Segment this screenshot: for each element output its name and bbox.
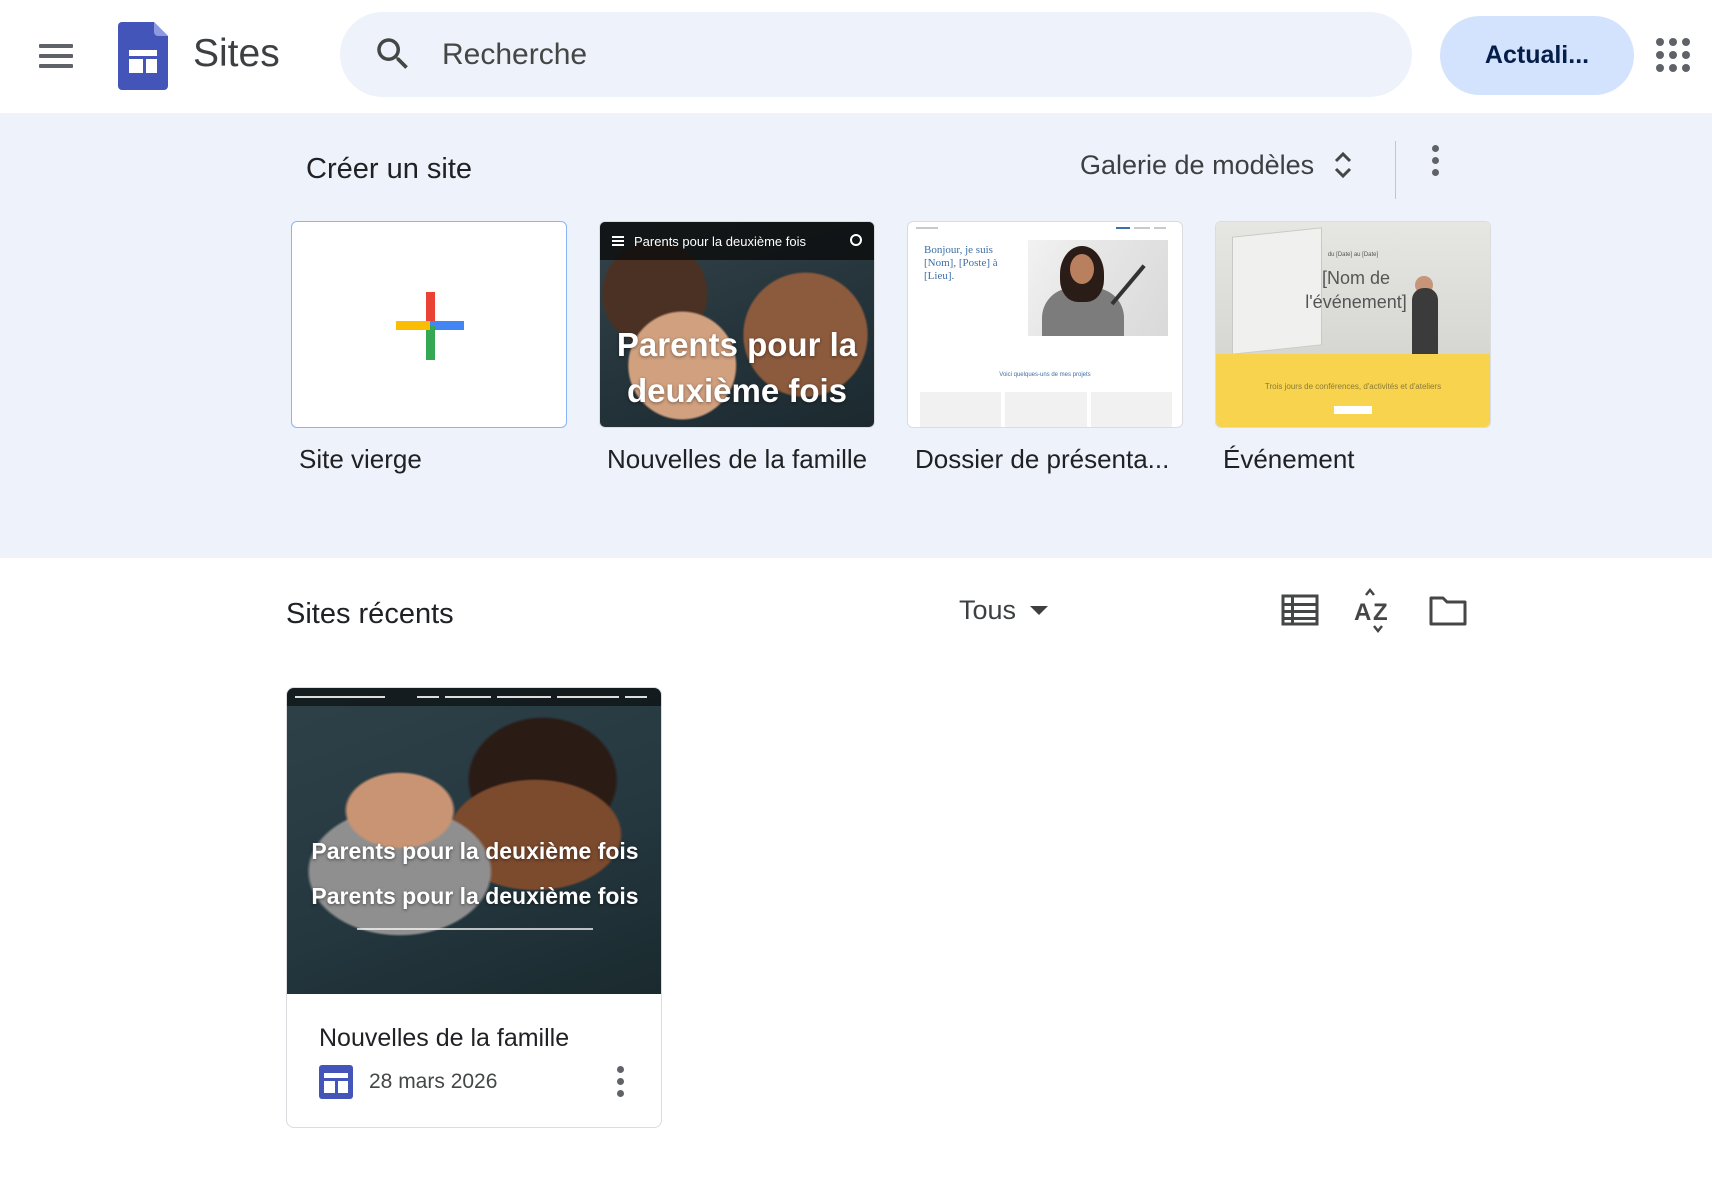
apps-grid-icon-dot	[1669, 51, 1677, 59]
more-vert-icon-dot	[1431, 168, 1439, 176]
search-icon	[850, 234, 862, 246]
apps-grid-icon-dot	[1682, 51, 1690, 59]
template-thumbnail[interactable]: du [Date] au [Date] [Nom de l'événement]…	[1215, 221, 1491, 428]
menu-icon-bar	[39, 44, 73, 48]
svg-text:Z: Z	[1373, 599, 1388, 626]
thumbnail-hero-title: Parents pour la deuxième fois	[616, 326, 858, 409]
site-meta: 28 mars 2026	[319, 1064, 497, 1100]
apps-grid-icon-dot	[1656, 38, 1664, 46]
thumbnail-navbar	[908, 222, 1182, 236]
more-vert-icon-dot	[1431, 156, 1439, 164]
portfolio-photo	[1028, 240, 1168, 336]
template-thumbnail[interactable]: Bonjour, je suis [Nom], [Poste] à [Lieu]…	[907, 221, 1183, 428]
apps-grid-icon-dot	[1669, 64, 1677, 72]
event-photo: du [Date] au [Date] [Nom de l'événement]	[1216, 222, 1490, 354]
template-more-options-button[interactable]	[1414, 139, 1456, 181]
recent-sites-title: Sites récents	[286, 598, 454, 630]
template-gallery-section: Créer un site Galerie de modèles Site vi…	[0, 113, 1712, 558]
thumbnail-project-cards	[920, 392, 1172, 427]
main-menu-button[interactable]	[27, 27, 85, 85]
template-gallery-toggle[interactable]: Galerie de modèles	[1080, 141, 1354, 189]
recent-site-card[interactable]: Parents pour la deuxième fois Parents po…	[286, 687, 662, 1128]
create-site-title: Créer un site	[306, 153, 473, 185]
menu-icon-bar	[39, 64, 73, 68]
thumbnail-site-name: Parents pour la deuxième fois	[634, 233, 806, 249]
thumbnail-hero-title: Parents pour la deuxième fois	[311, 883, 639, 909]
sites-file-icon	[319, 1065, 353, 1099]
thumbnail-subtitle: Trois jours de conférences, d'activités …	[1264, 382, 1442, 391]
thumbnail-button	[1334, 406, 1372, 414]
owner-filter-label: Tous	[959, 594, 1017, 625]
event-banner: Trois jours de conférences, d'activités …	[1216, 354, 1490, 427]
thumbnail-date: du [Date] au [Date]	[1327, 252, 1379, 258]
template-label: Dossier de présenta...	[915, 444, 1170, 474]
template-family-news[interactable]: Parents pour la deuxième fois Parents po…	[599, 221, 875, 474]
sites-logo-icon[interactable]	[118, 22, 168, 90]
plus-icon	[396, 292, 464, 360]
app-title: Sites	[193, 32, 280, 75]
search-icon[interactable]	[372, 33, 414, 75]
sort-az-icon[interactable]: A Z	[1352, 586, 1396, 634]
unfold-icon	[1335, 151, 1352, 179]
thumbnail-hero-title: Parents pour la deuxième fois	[311, 838, 639, 864]
template-thumbnail[interactable]	[291, 221, 567, 428]
template-gallery-label: Galerie de modèles	[1080, 149, 1315, 180]
divider	[1395, 141, 1396, 199]
template-event[interactable]: du [Date] au [Date] [Nom de l'événement]…	[1215, 221, 1491, 474]
thumbnail-navbar: Parents pour la deuxième fois	[600, 222, 874, 260]
more-vert-icon-dot	[616, 1065, 624, 1073]
app-header: Sites Actuali...	[0, 0, 1712, 113]
update-button[interactable]: Actuali...	[1440, 16, 1634, 95]
menu-icon	[612, 236, 624, 246]
site-more-options-button[interactable]	[599, 1060, 641, 1102]
list-view-icon[interactable]	[1280, 590, 1320, 630]
apps-grid-icon-dot	[1656, 51, 1664, 59]
search-input[interactable]	[442, 12, 1342, 97]
site-name: Nouvelles de la famille	[319, 1024, 570, 1052]
template-blank-site[interactable]: Site vierge	[291, 221, 567, 474]
thumbnail-caption: Voici quelques-uns de mes projets	[999, 372, 1091, 378]
more-vert-icon-dot	[616, 1077, 624, 1085]
menu-icon-bar	[39, 54, 73, 58]
arrow-drop-down-icon	[1030, 605, 1049, 615]
thumbnail-subline	[357, 928, 593, 930]
template-label: Événement	[1223, 444, 1355, 474]
apps-grid-icon-dot	[1656, 64, 1664, 72]
site-thumbnail[interactable]: Parents pour la deuxième fois Parents po…	[287, 688, 661, 994]
apps-grid-icon-dot	[1682, 64, 1690, 72]
more-vert-icon-dot	[1431, 144, 1439, 152]
template-portfolio[interactable]: Bonjour, je suis [Nom], [Poste] à [Lieu]…	[907, 221, 1183, 474]
svg-text:A: A	[1354, 599, 1371, 626]
search-bar[interactable]	[340, 12, 1412, 97]
template-label: Site vierge	[299, 444, 422, 474]
thumbnail-intro-text: Bonjour, je suis [Nom], [Poste] à [Lieu]…	[924, 244, 998, 282]
google-apps-button[interactable]	[1656, 38, 1690, 72]
more-vert-icon-dot	[616, 1089, 624, 1097]
thumbnail-navbar	[287, 688, 661, 706]
template-thumbnail[interactable]: Parents pour la deuxième fois Parents po…	[599, 221, 875, 428]
apps-grid-icon-dot	[1669, 38, 1677, 46]
template-label: Nouvelles de la famille	[607, 444, 868, 474]
owner-filter-dropdown[interactable]: Tous	[959, 588, 1049, 632]
site-last-opened-date: 28 mars 2026	[369, 1070, 498, 1093]
apps-grid-icon-dot	[1682, 38, 1690, 46]
folder-icon[interactable]	[1428, 590, 1468, 630]
